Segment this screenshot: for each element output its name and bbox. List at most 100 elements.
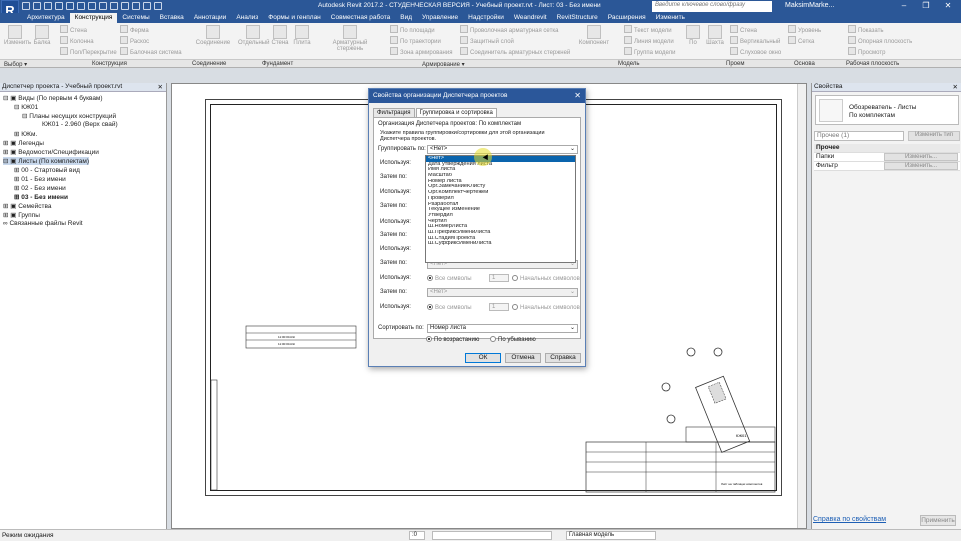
tree-node-plan-level[interactable]: КЖ01 - 2.960 (Верх свай) <box>42 121 118 128</box>
tab-collaborate[interactable]: Совместная работа <box>326 13 395 23</box>
type-selector[interactable]: Обозреватель - Листы По комплектам <box>815 95 959 125</box>
rebar-zone-tool[interactable]: Зона армирования <box>390 47 452 56</box>
tree-node-sheets[interactable]: ⊟ ▣ Листы (По комплектам) <box>3 157 90 165</box>
tab-massing[interactable]: Формы и генплан <box>263 13 326 23</box>
tree-node-sheet-01[interactable]: ⊞ 01 - Без имени <box>14 175 66 183</box>
leading-chars-radio[interactable]: Начальных символов <box>512 304 580 311</box>
sort-by-select[interactable]: Номер листа ⌄ <box>427 324 578 333</box>
descending-radio[interactable]: По убыванию <box>490 336 536 343</box>
rebar-coupler-tool[interactable]: Соединитель арматурных стержней <box>460 47 570 56</box>
help-search-input[interactable]: Введите ключевое слово/фразу <box>652 1 772 12</box>
close-icon[interactable]: ✕ <box>158 83 163 91</box>
tree-node-kzh01[interactable]: ⊟ КЖ01 <box>14 103 38 111</box>
panel-select[interactable]: Выбор ▾ <box>4 61 27 68</box>
tree-node-families[interactable]: ⊞ ▣ Семейства <box>3 202 51 210</box>
close-windows-icon[interactable] <box>154 2 162 10</box>
tab-revitstructure[interactable]: RevitStructure <box>552 13 603 23</box>
text-icon[interactable] <box>110 2 118 10</box>
apply-button[interactable]: Применить <box>920 515 956 526</box>
dormer-tool[interactable]: Слуховое окно <box>730 47 781 56</box>
tab-weandrevit[interactable]: Weandrevit <box>509 13 552 23</box>
instance-filter[interactable]: Прочее (1) <box>814 131 904 141</box>
component-button[interactable]: Компонент <box>578 25 610 46</box>
area-rebar-tool[interactable]: По площади <box>390 25 435 34</box>
tab-architecture[interactable]: Архитектура <box>22 13 70 23</box>
tree-node-sheet-00[interactable]: ⊞ 00 - Стартовый вид <box>14 166 80 174</box>
help-button[interactable]: Справка <box>545 353 581 363</box>
model-text-tool[interactable]: Текст модели <box>624 25 672 34</box>
thin-lines-icon[interactable] <box>143 2 151 10</box>
edit-folders-button[interactable]: Изменить... <box>884 153 958 161</box>
close-icon[interactable]: ✕ <box>574 91 581 100</box>
3d-view-icon[interactable] <box>121 2 129 10</box>
tree-node-legends[interactable]: ⊞ ▣ Легенды <box>3 139 44 147</box>
leading-chars-stepper[interactable]: 1 <box>489 274 509 282</box>
modify-button[interactable]: Изменить <box>4 25 31 46</box>
grid-tool[interactable]: Сетка <box>788 36 814 45</box>
model-group-tool[interactable]: Группа модели <box>624 47 676 56</box>
leading-chars-stepper[interactable]: 1 <box>489 303 509 311</box>
user-account[interactable]: MaksimMarke... <box>785 2 834 9</box>
all-chars-radio[interactable]: Все символы <box>427 275 472 282</box>
tab-grouping-sorting[interactable]: Группировка и сортировка <box>415 108 497 117</box>
sync-icon[interactable] <box>44 2 52 10</box>
maximize-icon[interactable]: ❐ <box>915 0 937 12</box>
cancel-button[interactable]: Отмена <box>505 353 541 363</box>
floor-tool[interactable]: Пол/Перекрытие <box>60 47 117 56</box>
tab-manage[interactable]: Управление <box>417 13 463 23</box>
model-line-tool[interactable]: Линия модели <box>624 36 674 45</box>
ref-plane-tool[interactable]: Опорная плоскость <box>848 36 912 45</box>
rebar-button[interactable]: Арматурный стержень <box>320 25 380 52</box>
tab-structure[interactable]: Конструкция <box>69 13 118 23</box>
wall-tool[interactable]: Стена <box>60 25 87 34</box>
tree-node-revit-links[interactable]: ∞ Связанные файлы Revit <box>3 220 83 227</box>
tab-modify[interactable]: Изменить <box>651 13 690 23</box>
tab-view[interactable]: Вид <box>395 13 417 23</box>
dimension-icon[interactable] <box>99 2 107 10</box>
tree-node-groups[interactable]: ⊞ ▣ Группы <box>3 211 40 219</box>
tab-extensions[interactable]: Расширения <box>603 13 651 23</box>
tab-filtering[interactable]: Фильтрация <box>373 108 415 117</box>
connection-button[interactable]: Соединение <box>195 25 231 46</box>
tree-node-schedules[interactable]: ⊞ ▣ Ведомости/Спецификации <box>3 148 99 156</box>
dropdown-option[interactable]: Ш.СуффиксИмениЛиста <box>426 241 575 247</box>
workset-dropdown[interactable] <box>432 531 552 540</box>
isolated-foundation-button[interactable]: Отдельный <box>238 25 269 46</box>
undo-icon[interactable] <box>55 2 63 10</box>
measure-icon[interactable] <box>88 2 96 10</box>
leading-chars-radio[interactable]: Начальных символов <box>512 275 580 282</box>
close-icon[interactable]: ✕ <box>953 83 958 91</box>
ascending-radio[interactable]: По возрастанию <box>426 336 479 343</box>
level-tool[interactable]: Уровень <box>788 25 821 34</box>
beam-button[interactable]: Балка <box>31 25 53 46</box>
tab-systems[interactable]: Системы <box>117 13 154 23</box>
tree-node-sheet-03[interactable]: ⊞ 03 - Без имени <box>14 193 68 201</box>
section-icon[interactable] <box>132 2 140 10</box>
wall-foundation-button[interactable]: Стена <box>270 25 290 46</box>
truss-tool[interactable]: Ферма <box>120 25 149 34</box>
wall-opening-tool[interactable]: Стена <box>730 25 757 34</box>
edit-type-button[interactable]: Изменить тип <box>908 131 960 141</box>
group-header-other[interactable]: Прочее <box>814 144 960 153</box>
save-icon[interactable] <box>33 2 41 10</box>
print-icon[interactable] <box>77 2 85 10</box>
open-icon[interactable] <box>22 2 30 10</box>
vertical-opening-tool[interactable]: Вертикальный <box>730 36 780 45</box>
ok-button[interactable]: ОК <box>465 353 501 363</box>
scale-field[interactable]: :0 <box>409 531 425 540</box>
minimize-icon[interactable]: – <box>893 0 915 12</box>
tree-node-sheet-02[interactable]: ⊞ 02 - Без имени <box>14 184 66 192</box>
edit-filter-button[interactable]: Изменить... <box>884 162 958 170</box>
viewer-tool[interactable]: Просмотр <box>848 47 885 56</box>
tree-node-kzhm[interactable]: ⊞ КЖм. <box>14 130 37 138</box>
by-face-button[interactable]: По <box>684 25 702 46</box>
tree-node-views[interactable]: ⊟ ▣ Виды (По первым 4 буквам) <box>3 94 103 102</box>
all-chars-radio[interactable]: Все символы <box>427 304 472 311</box>
tab-annotate[interactable]: Аннотации <box>189 13 232 23</box>
cover-tool[interactable]: Защитный слой <box>460 36 514 45</box>
slab-button[interactable]: Плита <box>292 25 312 46</box>
tab-analyze[interactable]: Анализ <box>231 13 263 23</box>
design-option-dropdown[interactable]: Главная модель <box>566 531 656 540</box>
path-rebar-tool[interactable]: По траектории <box>390 36 441 45</box>
close-icon[interactable]: ✕ <box>937 0 959 12</box>
